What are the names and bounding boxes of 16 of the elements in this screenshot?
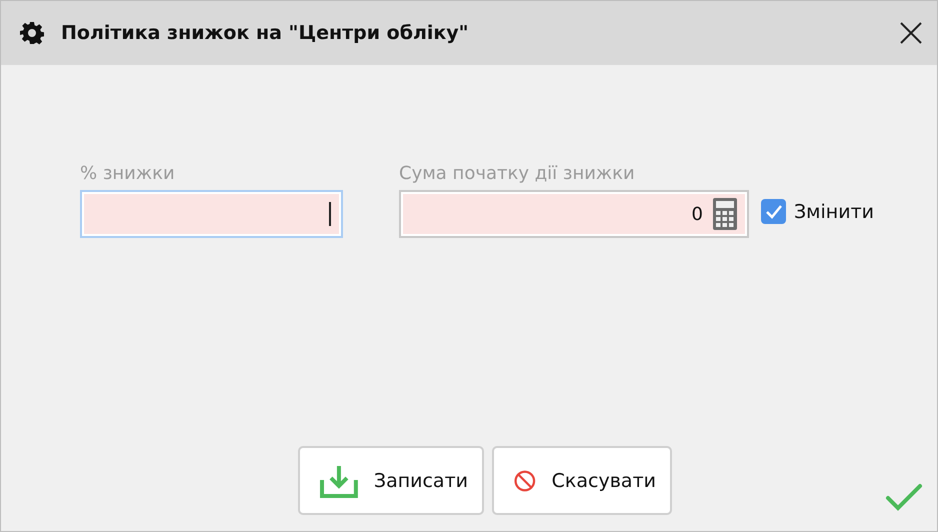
save-button[interactable]: Записати bbox=[298, 446, 484, 515]
cancel-button[interactable]: Скасувати bbox=[492, 446, 672, 515]
download-icon bbox=[320, 464, 358, 498]
checkbox-label: Змінити bbox=[794, 200, 874, 222]
input-field[interactable] bbox=[80, 190, 343, 238]
checkbox[interactable] bbox=[761, 199, 786, 224]
gear-icon bbox=[20, 21, 44, 45]
checkmark-icon bbox=[885, 483, 923, 511]
check-icon bbox=[764, 204, 782, 220]
close-button[interactable] bbox=[899, 21, 923, 45]
input-field[interactable]: 0 bbox=[399, 190, 749, 238]
field-label: Сума початку дії знижки bbox=[399, 163, 636, 184]
calculator-icon[interactable] bbox=[713, 198, 737, 230]
change-checkbox[interactable]: Змінити bbox=[761, 199, 874, 224]
window-title: Політика знижок на "Центри обліку" bbox=[61, 22, 470, 44]
field-label: % знижки bbox=[80, 163, 176, 184]
